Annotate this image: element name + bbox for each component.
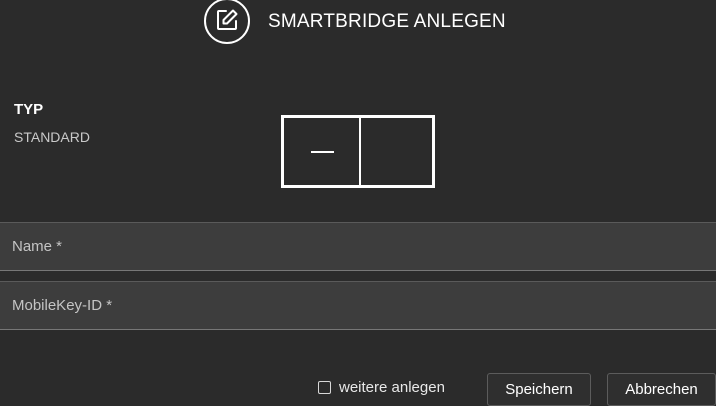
- create-more-label: weitere anlegen: [339, 379, 445, 396]
- create-smartbridge-dialog: SMARTBRIDGE ANLEGEN TYP STANDARD weitere…: [0, 0, 716, 406]
- mobilekey-id-field: [0, 281, 716, 330]
- name-input[interactable]: [0, 223, 716, 270]
- type-label: TYP: [14, 101, 44, 118]
- smartbridge-device-preview: [281, 115, 435, 188]
- save-button[interactable]: Speichern: [487, 373, 591, 406]
- name-field: [0, 222, 716, 271]
- mobilekey-id-input[interactable]: [0, 282, 716, 329]
- edit-icon: [204, 0, 250, 44]
- cancel-button[interactable]: Abbrechen: [607, 373, 716, 406]
- dialog-header: SMARTBRIDGE ANLEGEN: [0, 0, 716, 48]
- type-value: STANDARD: [14, 129, 90, 145]
- device-divider: [359, 118, 361, 185]
- create-more-option[interactable]: weitere anlegen: [318, 379, 445, 396]
- device-indicator-dash: [311, 151, 334, 153]
- create-more-checkbox[interactable]: [318, 381, 331, 394]
- dialog-title: SMARTBRIDGE ANLEGEN: [268, 11, 506, 32]
